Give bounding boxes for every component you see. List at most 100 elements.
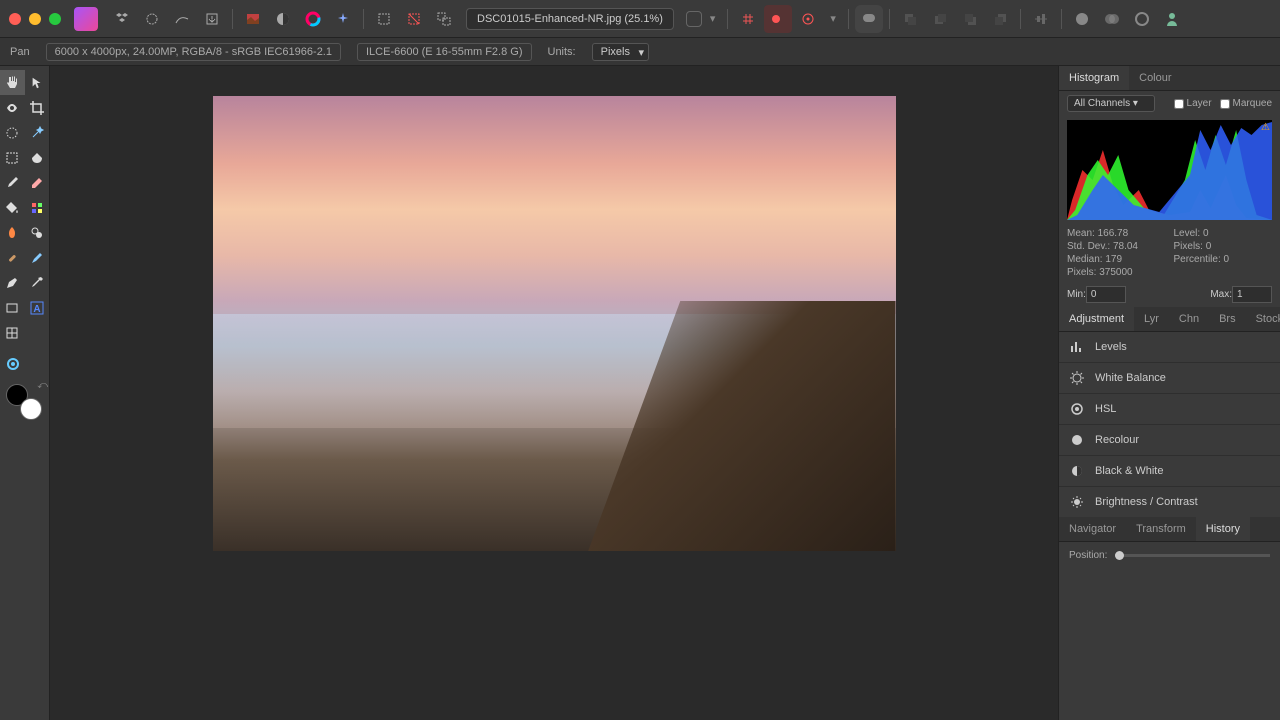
fill-tool[interactable] [0, 195, 25, 220]
active-tool-label: Pan [10, 46, 30, 58]
tab-stock[interactable]: Stock [1246, 307, 1280, 331]
adjustment-hsl[interactable]: HSL [1059, 394, 1280, 425]
histogram-panel-tabs: Histogram Colour [1059, 66, 1280, 91]
persona-develop-icon[interactable] [168, 5, 196, 33]
contrast-icon[interactable] [269, 5, 297, 33]
tab-channels[interactable]: Chn [1169, 307, 1209, 331]
assist-icon[interactable] [794, 5, 822, 33]
adjustment-black-white[interactable]: Black & White [1059, 456, 1280, 487]
tab-layers[interactable]: Lyr [1134, 307, 1169, 331]
adjustment-white-balance[interactable]: White Balance [1059, 363, 1280, 394]
arrange-front-icon[interactable] [986, 5, 1014, 33]
healing-tool[interactable] [0, 245, 25, 270]
eyedropper-tool[interactable] [25, 270, 50, 295]
pan-tool[interactable] [0, 70, 25, 95]
stat-median: Median: 179 [1067, 254, 1166, 265]
adjustment-brightness-contrast[interactable]: Brightness / Contrast [1059, 487, 1280, 517]
persona-layers-icon[interactable] [108, 5, 136, 33]
view-tool[interactable] [0, 95, 25, 120]
adjustment-list: Levels White Balance HSL Recolour Black … [1059, 332, 1280, 517]
deselect-icon[interactable] [400, 5, 428, 33]
tab-history[interactable]: History [1196, 517, 1250, 541]
top-toolbar: DSC01015-Enhanced-NR.jpg (25.1%) ▾ ▾ [0, 0, 1280, 38]
arrange-back-icon[interactable] [896, 5, 924, 33]
stat-pixels: Pixels: 375000 [1067, 267, 1166, 278]
tab-colour[interactable]: Colour [1129, 66, 1181, 90]
color-wheel-icon[interactable] [299, 5, 327, 33]
app-icon [74, 7, 98, 31]
units-select[interactable]: Pixels ▾ [592, 43, 649, 61]
move-tool[interactable] [25, 70, 50, 95]
swap-colors-icon[interactable]: ⤺ [37, 380, 48, 391]
align-icon[interactable] [1027, 5, 1055, 33]
tab-navigator[interactable]: Navigator [1059, 517, 1126, 541]
persona-liquify-icon[interactable] [138, 5, 166, 33]
window-maximize-button[interactable] [49, 13, 61, 25]
tool-palette: A ⤺ [0, 66, 50, 720]
pixel-tool[interactable] [25, 195, 50, 220]
stat-mean: Mean: 166.78 [1067, 228, 1166, 239]
histogram-stats: Mean: 166.78 Level: 0 Std. Dev.: 78.04 P… [1059, 224, 1280, 282]
tab-brushes[interactable]: Brs [1209, 307, 1246, 331]
clone-tool[interactable] [25, 220, 50, 245]
bottom-panel-tabs: Navigator Transform History [1059, 517, 1280, 542]
document-title: DSC01015-Enhanced-NR.jpg (25.1%) [466, 8, 674, 30]
stat-percentile: Percentile: 0 [1174, 254, 1273, 265]
persona-export-icon[interactable] [198, 5, 226, 33]
stat-level: Level: 0 [1174, 228, 1273, 239]
stat-stddev: Std. Dev.: 78.04 [1067, 241, 1166, 252]
canvas-area[interactable] [50, 66, 1058, 720]
histogram-channel-select[interactable]: All Channels ▾ [1067, 95, 1155, 112]
auto-icon[interactable] [329, 5, 357, 33]
histogram-marquee-checkbox[interactable]: Marquee [1220, 98, 1272, 109]
window-minimize-button[interactable] [29, 13, 41, 25]
histogram-min-input[interactable] [1086, 286, 1126, 303]
history-position-slider[interactable] [1115, 554, 1270, 557]
arrange-backward-icon[interactable] [926, 5, 954, 33]
marquee-rect-icon[interactable] [370, 5, 398, 33]
selection-brush-tool[interactable] [0, 120, 25, 145]
smudge-tool[interactable] [25, 245, 50, 270]
pen-tool[interactable] [0, 270, 25, 295]
marquee-tool[interactable] [0, 145, 25, 170]
record-icon[interactable] [764, 5, 792, 33]
window-close-button[interactable] [9, 13, 21, 25]
snap-icon[interactable] [734, 5, 762, 33]
tab-adjustment[interactable]: Adjustment [1059, 307, 1134, 331]
histogram-warning-icon: ⚠ [1261, 122, 1270, 133]
arrange-forward-icon[interactable] [956, 5, 984, 33]
mesh-tool[interactable] [0, 320, 25, 345]
color-swatches[interactable]: ⤺ [6, 384, 42, 420]
crop-tool[interactable] [25, 95, 50, 120]
document-canvas[interactable] [213, 96, 896, 551]
brightness-icon [1069, 494, 1085, 510]
histogram-layer-checkbox[interactable]: Layer [1174, 98, 1212, 109]
levels-icon [1069, 339, 1085, 355]
reselect-icon[interactable] [430, 5, 458, 33]
adjustment-recolour[interactable]: Recolour [1059, 425, 1280, 456]
tab-transform[interactable]: Transform [1126, 517, 1196, 541]
tab-histogram[interactable]: Histogram [1059, 66, 1129, 90]
photo-icon[interactable] [239, 5, 267, 33]
paint-brush-tool[interactable] [0, 170, 25, 195]
adjustment-levels[interactable]: Levels [1059, 332, 1280, 363]
quick-mask-tool[interactable] [0, 351, 25, 376]
layer-add-icon[interactable] [1068, 5, 1096, 33]
shape-tool[interactable] [0, 295, 25, 320]
dropdown-caret-icon[interactable]: ▾ [830, 12, 836, 25]
magic-wand-tool[interactable] [25, 120, 50, 145]
max-label: Max: [1210, 289, 1232, 300]
aspect-icon[interactable] [686, 11, 702, 27]
flood-select-tool[interactable] [25, 145, 50, 170]
dodge-tool[interactable] [0, 220, 25, 245]
recolour-icon [1069, 432, 1085, 448]
histogram-max-input[interactable] [1232, 286, 1272, 303]
foreground-color-swatch[interactable] [20, 398, 42, 420]
layer-subtract-icon[interactable] [1128, 5, 1156, 33]
chat-icon[interactable] [855, 5, 883, 33]
account-icon[interactable] [1158, 5, 1186, 33]
erase-tool[interactable] [25, 170, 50, 195]
layer-intersect-icon[interactable] [1098, 5, 1126, 33]
text-tool[interactable]: A [25, 295, 50, 320]
dropdown-caret-icon[interactable]: ▾ [710, 12, 716, 25]
